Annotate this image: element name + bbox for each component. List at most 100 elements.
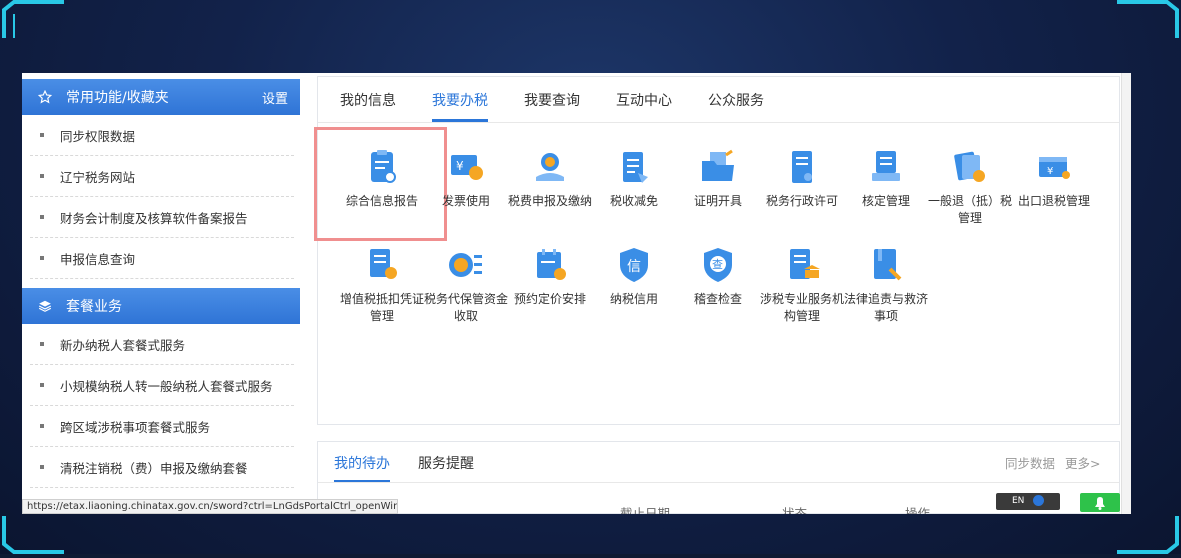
favorites-settings-link[interactable]: 设置	[262, 88, 288, 107]
tile-vat-deduction[interactable]: 增值税抵扣凭证管理	[340, 245, 424, 325]
tab-tax-handling[interactable]: 我要办税	[432, 77, 488, 122]
list-tag-icon	[623, 152, 648, 183]
main-content: 我的信息 我要办税 我要查询 互动中心 公众服务 综合信息报告 ¥ 发票使用 税…	[314, 73, 1121, 514]
tile-invoice-use[interactable]: ¥ 发票使用	[424, 147, 508, 210]
sidebar: 常用功能/收藏夹 设置 同步权限数据 辽宁税务网站 财务会计制度及核算软件备案报…	[22, 73, 300, 514]
svg-text:信: 信	[627, 259, 641, 275]
column-header-action: 操作	[905, 506, 931, 514]
tile-label: 核定管理	[861, 194, 910, 208]
star-icon	[38, 90, 52, 104]
sidebar-item-deregistration[interactable]: 清税注销税（费）申报及缴纳套餐	[30, 447, 294, 488]
money-hand-icon	[536, 153, 564, 181]
more-link[interactable]: 更多>	[1065, 442, 1100, 482]
ime-indicator[interactable]: EN	[996, 493, 1060, 510]
svg-text:查: 查	[712, 257, 723, 271]
tile-administrative-permit[interactable]: 税务行政许可	[760, 147, 844, 210]
services-panel: 我的信息 我要办税 我要查询 互动中心 公众服务 综合信息报告 ¥ 发票使用 税…	[314, 76, 1120, 425]
tab-interaction[interactable]: 互动中心	[616, 77, 672, 122]
tile-label: 税收减免	[609, 194, 658, 208]
sidebar-item-label: 辽宁税务网站	[60, 169, 136, 185]
corner-decoration-top-left	[0, 0, 70, 40]
bullet-icon	[40, 215, 44, 219]
tab-my-todo[interactable]: 我的待办	[334, 442, 390, 482]
sidebar-item-accounting-filing[interactable]: 财务会计制度及核算软件备案报告	[30, 197, 294, 238]
tile-label: 税费申报及缴纳	[508, 194, 593, 208]
sidebar-item-liaoning-tax-site[interactable]: 辽宁税务网站	[30, 156, 294, 197]
export-refund-icon: ¥	[1039, 157, 1070, 179]
tile-certificate[interactable]: 证明开具	[676, 147, 760, 210]
tile-assessment-management[interactable]: 核定管理	[844, 147, 928, 210]
vat-gear-icon	[370, 249, 397, 279]
tile-export-refund[interactable]: ¥ 出口退税管理	[1012, 147, 1096, 210]
bell-icon	[1095, 497, 1105, 510]
svg-text:¥: ¥	[1047, 166, 1053, 177]
bullet-icon	[40, 256, 44, 260]
tile-legal-remedy[interactable]: 法律追责与救济事项	[844, 245, 928, 325]
tile-agency-management[interactable]: 涉税专业服务机构管理	[760, 245, 844, 325]
invoice-icon: ¥	[451, 155, 483, 180]
permit-doc-icon	[792, 151, 812, 183]
main-tabs: 我的信息 我要办税 我要查询 互动中心 公众服务	[318, 77, 1119, 123]
sidebar-item-label: 财务会计制度及核算软件备案报告	[60, 210, 248, 226]
bullet-icon	[40, 465, 44, 469]
folder-doc-icon	[702, 149, 734, 181]
corner-decoration-bottom-right	[1111, 514, 1181, 554]
bullet-icon	[40, 342, 44, 346]
favorites-header[interactable]: 常用功能/收藏夹 设置	[22, 79, 300, 115]
column-header-status: 状态	[782, 506, 808, 514]
law-book-icon	[874, 249, 902, 281]
tile-label: 出口退税管理	[1017, 194, 1090, 208]
sidebar-item-label: 小规模纳税人转一般纳税人套餐式服务	[60, 378, 273, 394]
tile-label: 纳税信用	[609, 292, 658, 306]
tile-tax-declaration[interactable]: 税费申报及缴纳	[508, 147, 592, 210]
column-header-deadline: 截止日期	[620, 506, 671, 514]
tile-custody-funds[interactable]: 税务代保管资金收取	[424, 245, 508, 325]
sidebar-item-label: 申报信息查询	[60, 251, 136, 267]
sync-data-link[interactable]: 同步数据	[1005, 442, 1055, 482]
sidebar-item-label: 清税注销税（费）申报及缴纳套餐	[60, 460, 248, 476]
tile-label: 法律追责与救济事项	[844, 292, 929, 323]
tab-my-info[interactable]: 我的信息	[340, 77, 396, 122]
tile-label: 综合信息报告	[345, 194, 418, 208]
agency-building-icon	[790, 249, 820, 279]
svg-text:¥: ¥	[456, 159, 464, 173]
sidebar-item-label: 新办纳税人套餐式服务	[60, 337, 186, 353]
package-header[interactable]: 套餐业务	[22, 288, 300, 324]
browser-window: 常用功能/收藏夹 设置 同步权限数据 辽宁税务网站 财务会计制度及核算软件备案报…	[22, 73, 1131, 514]
corner-decoration-bottom-left	[0, 514, 70, 554]
tile-label: 预约定价安排	[513, 292, 586, 306]
tab-query[interactable]: 我要查询	[524, 77, 580, 122]
tile-tax-reduction[interactable]: 税收减免	[592, 147, 676, 210]
help-icon	[1033, 495, 1045, 506]
tile-inspection[interactable]: 查 稽查检查	[676, 245, 760, 308]
bullet-icon	[40, 383, 44, 387]
ime-language: EN	[1012, 496, 1025, 506]
tile-label: 一般退（抵）税管理	[928, 194, 1013, 225]
vertical-scrollbar[interactable]	[1121, 73, 1131, 514]
tile-tax-credit[interactable]: 信 纳税信用	[592, 245, 676, 308]
favorites-title: 常用功能/收藏夹	[66, 90, 169, 106]
tile-label: 证明开具	[693, 194, 742, 208]
sidebar-item-new-taxpayer[interactable]: 新办纳税人套餐式服务	[30, 324, 294, 365]
sidebar-item-label: 跨区域涉税事项套餐式服务	[60, 419, 211, 435]
tile-pricing-arrangement[interactable]: 预约定价安排	[508, 245, 592, 308]
refund-gear-icon	[954, 151, 985, 182]
calendar-check-icon	[537, 249, 566, 280]
tile-label: 稽查检查	[693, 292, 742, 306]
layers-icon	[38, 299, 52, 313]
sidebar-item-sync-permissions[interactable]: 同步权限数据	[30, 115, 294, 156]
tile-general-refund[interactable]: 一般退（抵）税管理	[928, 147, 1012, 227]
tab-public-service[interactable]: 公众服务	[708, 77, 764, 122]
sidebar-item-small-to-general[interactable]: 小规模纳税人转一般纳税人套餐式服务	[30, 365, 294, 406]
todo-tabs: 我的待办 服务提醒 同步数据 更多>	[318, 442, 1119, 483]
notification-button[interactable]	[1080, 493, 1120, 512]
tile-label: 税务代保管资金收取	[424, 292, 509, 323]
sidebar-item-declaration-query[interactable]: 申报信息查询	[30, 238, 294, 279]
sidebar-item-label: 同步权限数据	[60, 128, 136, 144]
tab-service-reminder[interactable]: 服务提醒	[418, 442, 474, 482]
tile-label: 增值税抵扣凭证管理	[340, 292, 425, 323]
stamp-icon	[872, 151, 900, 181]
sidebar-item-cross-region[interactable]: 跨区域涉税事项套餐式服务	[30, 406, 294, 447]
tile-comprehensive-report[interactable]: 综合信息报告	[340, 147, 424, 210]
tile-label: 发票使用	[441, 194, 490, 208]
